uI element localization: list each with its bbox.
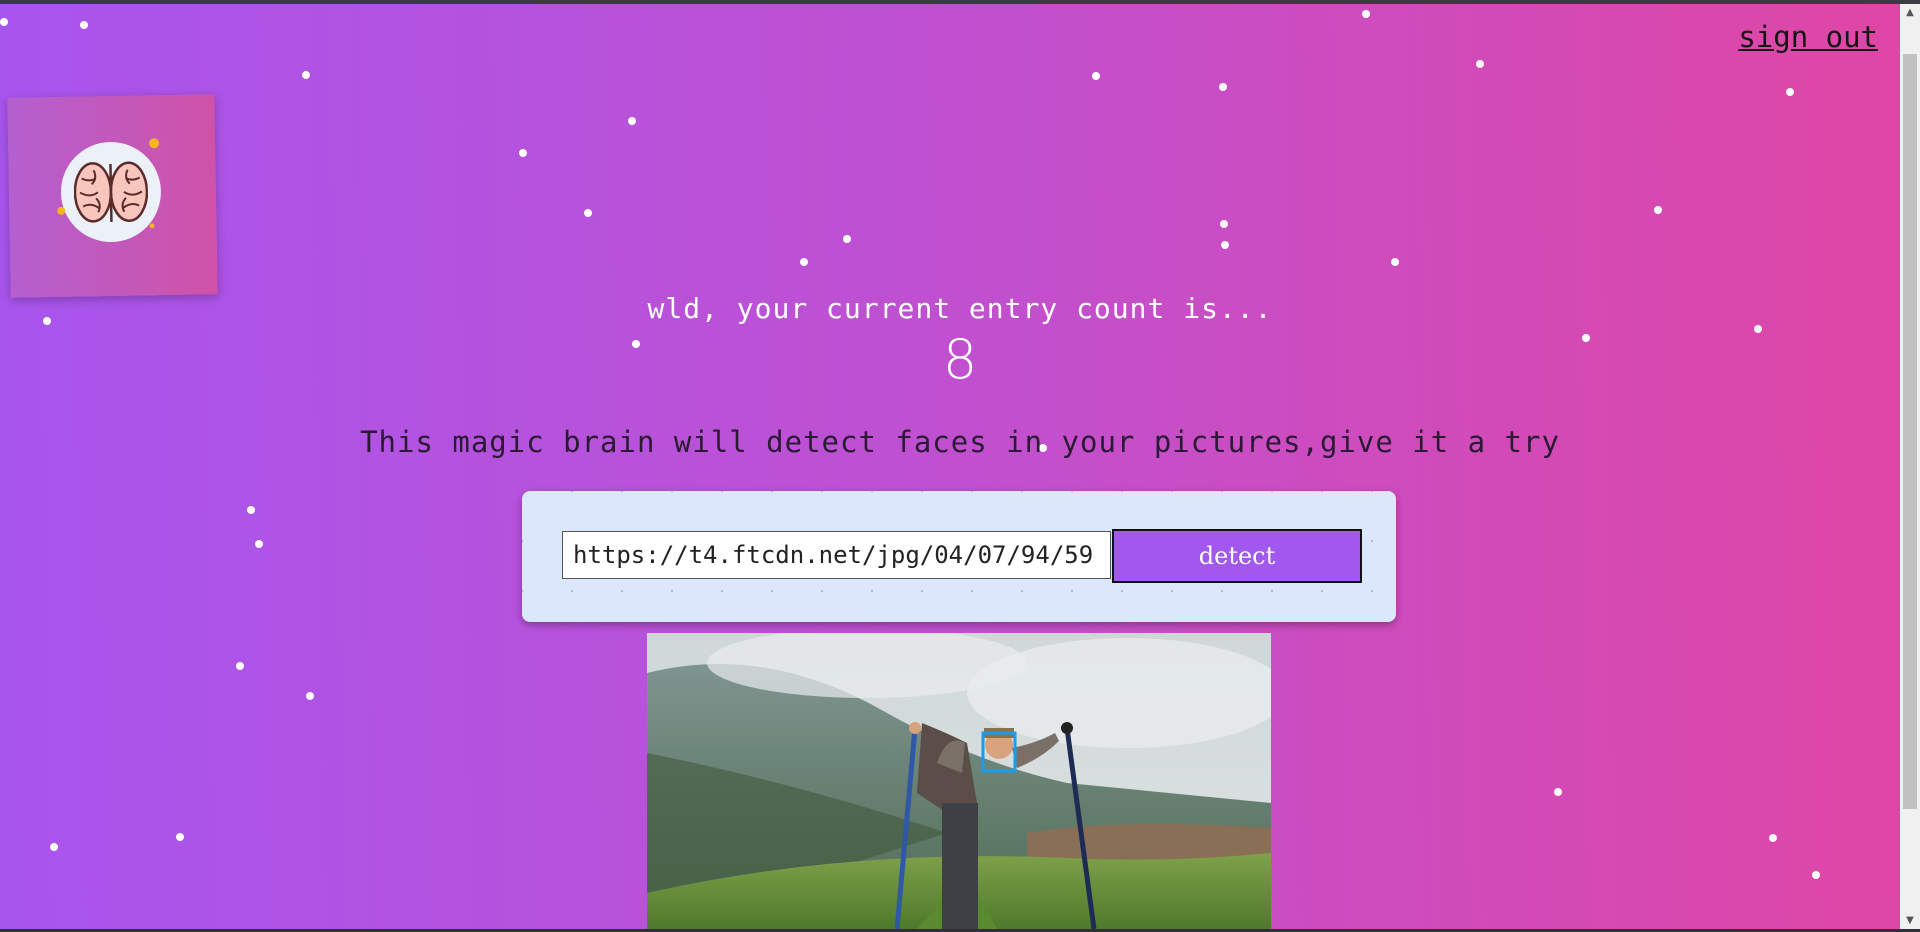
scroll-up-arrow-icon[interactable]: ▲: [1900, 4, 1920, 21]
vertical-scrollbar[interactable]: ▲ ▼: [1900, 4, 1920, 929]
image-url-input[interactable]: [562, 531, 1111, 579]
entry-count-value: 8: [942, 328, 978, 391]
scroll-thumb[interactable]: [1903, 54, 1917, 809]
spark-dot: [149, 223, 155, 229]
spark-dot: [148, 138, 160, 149]
spark-dot: [57, 206, 66, 215]
brain-icon: [73, 161, 149, 223]
detect-button[interactable]: detect: [1112, 529, 1362, 583]
sign-out-link[interactable]: sign out: [1738, 20, 1878, 54]
tagline: This magic brain will detect faces in yo…: [360, 425, 1560, 459]
scroll-down-arrow-icon[interactable]: ▼: [1900, 912, 1920, 929]
hiker-photo: [647, 633, 1271, 929]
entry-count-greeting: wld, your current entry count is...: [647, 292, 1273, 325]
detected-image: [647, 633, 1271, 929]
logo-circle: [57, 138, 162, 243]
logo-card[interactable]: [7, 94, 218, 298]
image-url-form: detect: [522, 491, 1396, 622]
